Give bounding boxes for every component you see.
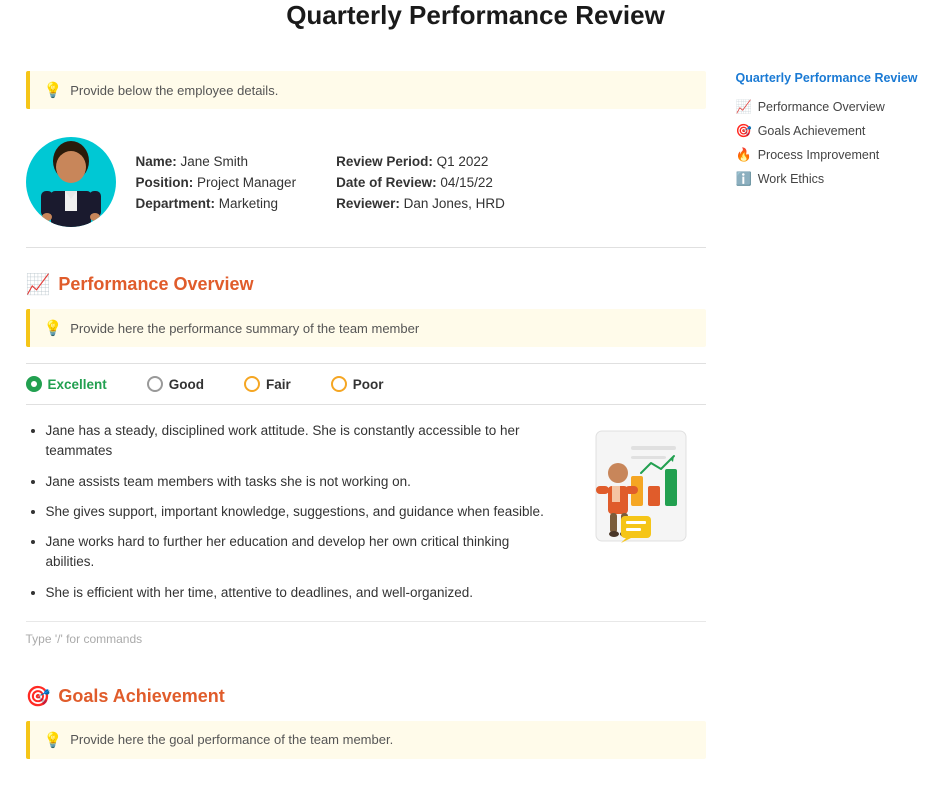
rating-excellent-label: Excellent [48,377,107,392]
employee-department-row: Department: Marketing [136,196,297,211]
rating-poor[interactable]: Poor [331,376,384,392]
goals-icon: 🎯 [26,684,51,709]
rating-poor-label: Poor [353,377,384,392]
goals-info-box: 💡 Provide here the goal performance of t… [26,721,706,759]
employee-position-row: Position: Project Manager [136,175,297,190]
radio-fair[interactable] [244,376,260,392]
sidebar-performance-label: Performance Overview [758,100,885,114]
performance-title: Performance Overview [58,274,253,295]
bullet-4: Jane works hard to further her education… [46,532,546,573]
bullet-3: She gives support, important knowledge, … [46,502,546,522]
performance-info-box: 💡 Provide here the performance summary o… [26,309,706,347]
goals-section: 🎯 Goals Achievement 💡 Provide here the g… [26,684,706,759]
sidebar-ethics-icon: ℹ️ [736,171,752,187]
radio-excellent[interactable] [26,376,42,392]
avatar [26,137,116,227]
bullet-list: Jane has a steady, disciplined work atti… [26,421,546,613]
main-content: 💡 Provide below the employee details. [26,71,726,787]
goals-info-text: Provide here the goal performance of the… [70,732,393,747]
sidebar-process-label: Process Improvement [758,148,880,162]
goals-section-header: 🎯 Goals Achievement [26,684,706,709]
performance-illustration [566,421,706,564]
performance-info-text: Provide here the performance summary of … [70,321,419,336]
sidebar-goals-label: Goals Achievement [758,124,866,138]
rating-good-label: Good [169,377,204,392]
radio-good[interactable] [147,376,163,392]
employee-card: Name: Jane Smith Position: Project Manag… [26,125,706,248]
rating-fair-label: Fair [266,377,291,392]
goals-title: Goals Achievement [58,686,224,707]
sidebar-ethics-label: Work Ethics [758,172,824,186]
bullet-2: Jane assists team members with tasks she… [46,472,546,492]
employee-info-box: 💡 Provide below the employee details. [26,71,706,109]
rating-group: Excellent Good Fair Poor [26,363,706,405]
bullet-1: Jane has a steady, disciplined work atti… [46,421,546,462]
performance-section: 📈 Performance Overview 💡 Provide here th… [26,272,706,656]
bulb-icon-2: 💡 [44,319,63,337]
employee-info-text: Provide below the employee details. [70,83,278,98]
sidebar: Quarterly Performance Review 📈 Performan… [726,71,926,191]
rating-excellent[interactable]: Excellent [26,376,107,392]
rating-fair[interactable]: Fair [244,376,291,392]
page-title: Quarterly Performance Review [0,0,951,31]
sidebar-process-icon: 🔥 [736,147,752,163]
employee-details: Name: Jane Smith Position: Project Manag… [136,154,706,211]
radio-poor[interactable] [331,376,347,392]
rating-good[interactable]: Good [147,376,204,392]
sidebar-item-ethics[interactable]: ℹ️ Work Ethics [736,167,926,191]
bulb-icon-1: 💡 [44,81,63,99]
performance-icon: 📈 [26,272,51,297]
performance-bullets: Jane has a steady, disciplined work atti… [26,421,546,603]
review-period-row: Review Period: Q1 2022 [336,154,505,169]
date-of-review-row: Date of Review: 04/15/22 [336,175,505,190]
sidebar-item-performance[interactable]: 📈 Performance Overview [736,95,926,119]
sidebar-goals-icon: 🎯 [736,123,752,139]
detail-col-right: Review Period: Q1 2022 Date of Review: 0… [336,154,505,211]
sidebar-item-goals[interactable]: 🎯 Goals Achievement [736,119,926,143]
bulb-icon-3: 💡 [44,731,63,749]
command-hint: Type '/' for commands [26,621,706,656]
reviewer-row: Reviewer: Dan Jones, HRD [336,196,505,211]
bullet-5: She is efficient with her time, attentiv… [46,583,546,603]
sidebar-performance-icon: 📈 [736,99,752,115]
sidebar-item-process[interactable]: 🔥 Process Improvement [736,143,926,167]
bullet-section: Jane has a steady, disciplined work atti… [26,421,706,613]
employee-name-row: Name: Jane Smith [136,154,297,169]
sidebar-title: Quarterly Performance Review [736,71,926,85]
performance-section-header: 📈 Performance Overview [26,272,706,297]
detail-col-left: Name: Jane Smith Position: Project Manag… [136,154,297,211]
